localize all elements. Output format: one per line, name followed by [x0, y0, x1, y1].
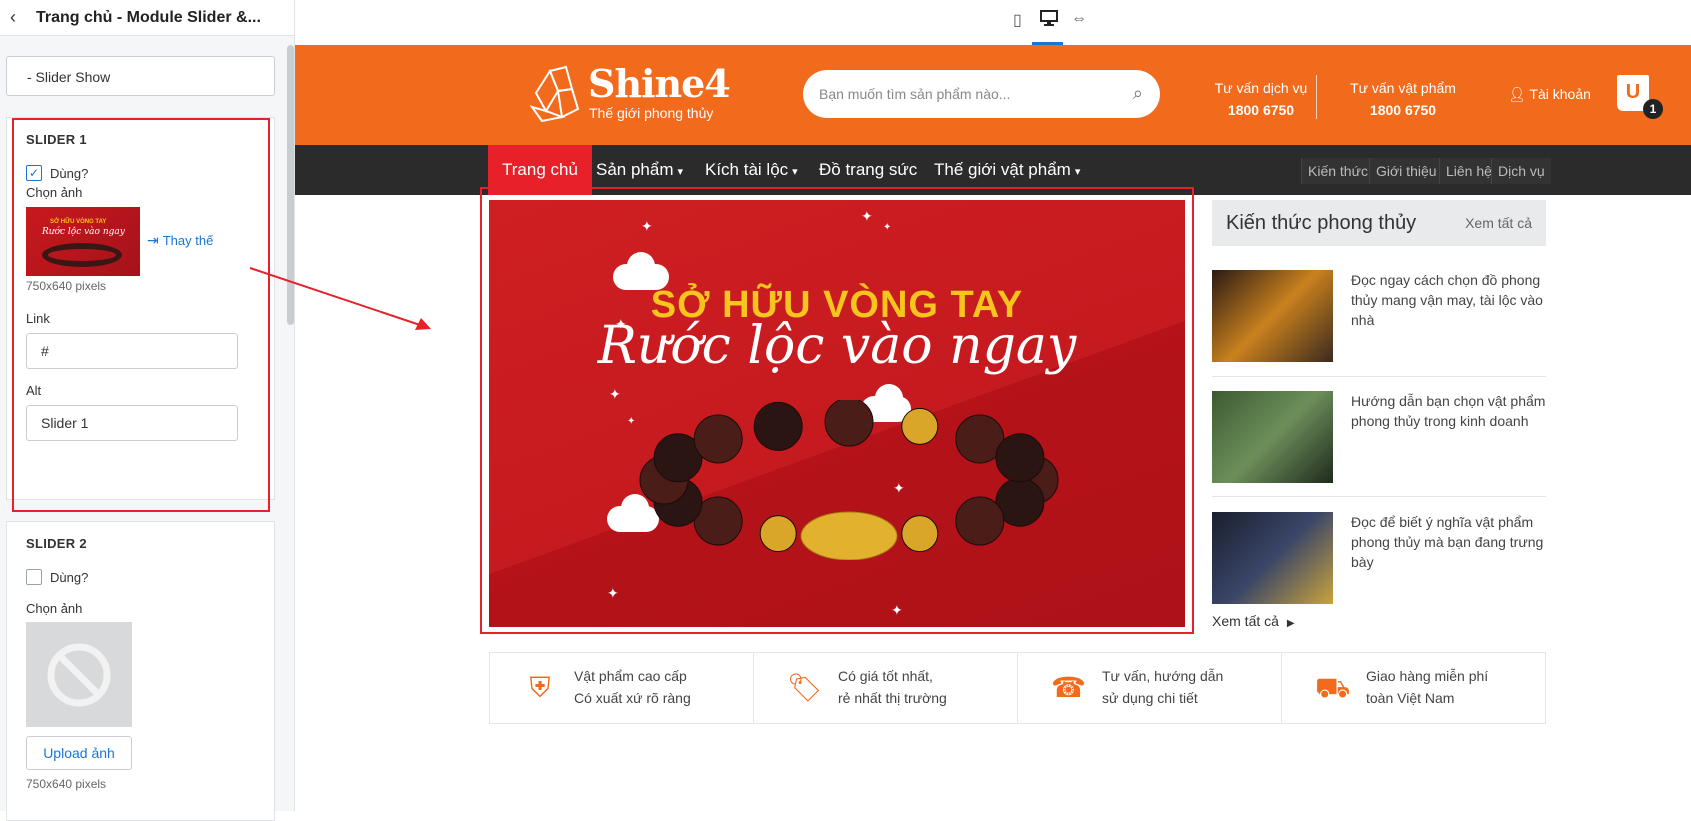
nav-label: Kích tài lộc [705, 160, 789, 179]
slider-2-size-hint: 750x640 pixels [26, 777, 107, 791]
user-icon: 👤︎ [1508, 86, 1526, 102]
feature-line1: Tư vấn, hướng dẫn [1102, 668, 1224, 684]
feature-item: ⛨ Vật phẩm cao cấp Có xuất xứ rõ ràng [490, 653, 754, 723]
news-item[interactable]: Hướng dẫn bạn chọn vật phẩm phong thủy t… [1212, 391, 1546, 483]
slider-2-placeholder-image[interactable] [26, 622, 132, 727]
delivery-truck-icon: ⛟ [1315, 672, 1351, 703]
desktop-icon[interactable] [1040, 10, 1058, 31]
search-icon[interactable]: ⌕ [1133, 83, 1143, 104]
site-header: Shine4 Thế giới phong thủy Bạn muốn tìm … [295, 45, 1691, 145]
annotation-arrow [249, 267, 431, 330]
slider-2-image-label: Chọn ảnh [26, 601, 83, 616]
news-more-link[interactable]: Xem tất cả ▶ [1212, 613, 1295, 629]
mobile-icon[interactable]: ▯ [1013, 10, 1022, 30]
nav-label: Đồ trang sức [819, 160, 918, 179]
chevron-down-icon: ▾ [677, 166, 684, 178]
divider [1212, 376, 1546, 377]
news-see-all-link[interactable]: Xem tất cả [1465, 215, 1532, 231]
caret-right-icon: ▶ [1286, 618, 1295, 629]
features-strip: ⛨ Vật phẩm cao cấp Có xuất xứ rõ ràng 🏷︎… [489, 652, 1546, 724]
shield-check-icon: ⛨ [529, 672, 551, 703]
device-toolbar: ▯ ⇔ [295, 0, 1691, 45]
nav-small-knowledge[interactable]: Kiến thức [1301, 158, 1374, 184]
feature-line1: Có giá tốt nhất, [838, 668, 933, 684]
slider-1-highlight [12, 118, 270, 512]
hotline-service-label: Tư vấn dịch vụ [1214, 80, 1308, 96]
news-title: Kiến thức phong thủy [1226, 212, 1417, 234]
news-item[interactable]: Đọc ngay cách chọn đồ phong thủy mang vậ… [1212, 270, 1546, 362]
news-thumbnail[interactable] [1212, 270, 1333, 362]
news-more-label: Xem tất cả [1212, 613, 1279, 629]
search-input[interactable]: Bạn muốn tìm sản phẩm nào... [819, 86, 1010, 102]
crystal-logo-icon[interactable] [528, 63, 584, 123]
news-thumbnail[interactable] [1212, 512, 1333, 604]
feature-item: ⛟ Giao hàng miễn phí toàn Việt Nam [1282, 653, 1546, 723]
feature-line2: toàn Việt Nam [1366, 690, 1455, 706]
nav-label: Thế giới vật phẩm [934, 160, 1071, 179]
feature-line1: Vật phẩm cao cấp [574, 668, 687, 684]
feature-line2: Có xuất xứ rõ ràng [574, 690, 691, 706]
slider-2-card: SLIDER 2 Dùng? Chọn ảnh Upload ảnh 750x6… [6, 521, 275, 821]
site-preview: Shine4 Thế giới phong thủy Bạn muốn tìm … [295, 45, 1691, 811]
module-select[interactable]: - Slider Show [6, 56, 275, 96]
nav-label: Trang chủ [502, 160, 578, 179]
feature-line2: sử dụng chi tiết [1102, 690, 1198, 706]
divider [1212, 496, 1546, 497]
site-search[interactable]: Bạn muốn tìm sản phẩm nào... ⌕ [803, 70, 1160, 118]
hotline-service[interactable]: Tư vấn dịch vụ 1800 6750 [1199, 77, 1323, 121]
back-arrow-icon[interactable]: ‹ [10, 7, 30, 28]
chevron-down-icon: ▾ [1074, 166, 1081, 178]
slider-2-use-checkbox[interactable] [26, 569, 42, 585]
nav-small-services[interactable]: Dịch vụ [1491, 158, 1551, 184]
news-item[interactable]: Đọc để biết ý nghĩa vật phẩm phong thủy … [1212, 512, 1546, 604]
panel-title: Trang chủ - Module Slider &... [36, 8, 261, 26]
banner-highlight [480, 187, 1194, 634]
hotline-divider [1316, 75, 1317, 119]
nav-small-contact[interactable]: Liên hệ [1439, 158, 1498, 184]
account-link[interactable]: 👤︎ Tài khoản [1508, 86, 1591, 103]
no-image-icon [47, 643, 111, 706]
feature-line1: Giao hàng miễn phí [1366, 668, 1489, 684]
upload-image-button[interactable]: Upload ảnh [26, 736, 132, 770]
logo-tagline: Thế giới phong thủy [589, 105, 714, 121]
fullwidth-icon[interactable]: ⇔ [1071, 10, 1087, 28]
logo-name[interactable]: Shine4 [588, 61, 731, 106]
hotline-products-label: Tư vấn vật phẩm [1350, 80, 1456, 96]
nav-label: Sản phẩm [596, 160, 674, 179]
news-thumbnail[interactable] [1212, 391, 1333, 483]
cart-count-badge: 1 [1643, 99, 1663, 119]
panel-header: ‹ Trang chủ - Module Slider &... [0, 0, 294, 36]
news-text[interactable]: Hướng dẫn bạn chọn vật phẩm phong thủy t… [1351, 391, 1546, 431]
hotline-products[interactable]: Tư vấn vật phẩm 1800 6750 [1341, 77, 1465, 121]
price-tag-icon: 🏷︎ [787, 672, 823, 703]
chevron-down-icon: ▾ [792, 166, 798, 178]
news-text[interactable]: Đọc để biết ý nghĩa vật phẩm phong thủy … [1351, 512, 1546, 572]
headset-icon: ☎ [1051, 672, 1086, 703]
feature-item: ☎ Tư vấn, hướng dẫn sử dụng chi tiết [1018, 653, 1282, 723]
feature-item: 🏷︎ Có giá tốt nhất, rẻ nhất thị trường [754, 653, 1018, 723]
news-text[interactable]: Đọc ngay cách chọn đồ phong thủy mang vậ… [1351, 270, 1546, 330]
slider-2-title: SLIDER 2 [26, 536, 87, 551]
hotline-service-number: 1800 6750 [1227, 102, 1295, 118]
slider-2-use-label: Dùng? [50, 569, 89, 585]
hotline-products-number: 1800 6750 [1369, 102, 1437, 118]
account-label: Tài khoản [1529, 86, 1591, 102]
news-header: Kiến thức phong thủy Xem tất cả [1212, 200, 1546, 246]
editor-panel: ‹ Trang chủ - Module Slider &... - Slide… [0, 0, 295, 821]
feature-line2: rẻ nhất thị trường [838, 690, 947, 706]
nav-small-about[interactable]: Giới thiệu [1369, 158, 1443, 184]
slider-2-use-row[interactable]: Dùng? [26, 569, 88, 585]
